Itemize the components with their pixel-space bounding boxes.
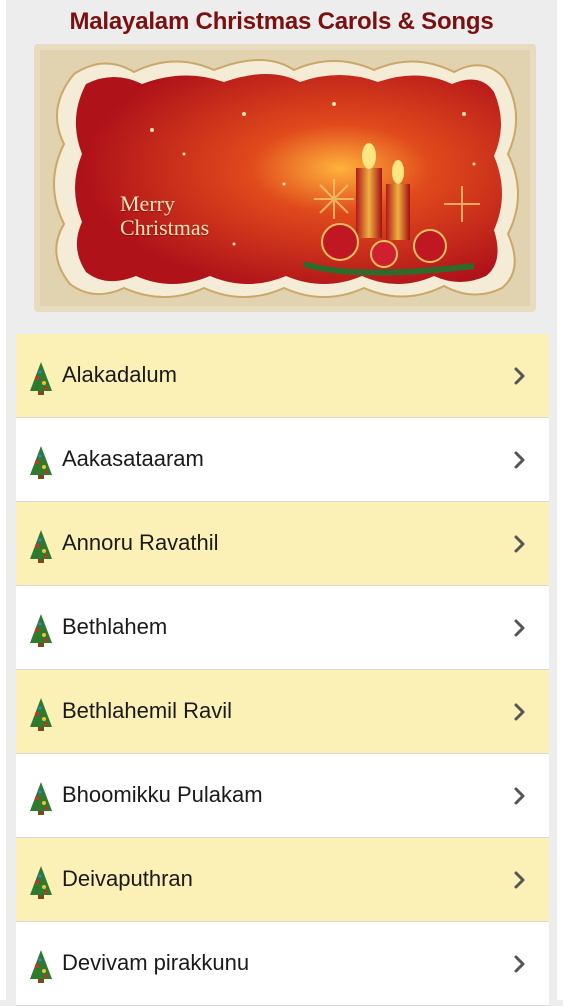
list-item[interactable]: Devivam pirakkunu xyxy=(16,922,549,1006)
chevron-right-icon xyxy=(514,955,525,973)
christmas-tree-icon xyxy=(30,614,52,647)
banner-greeting: Merry Christmas xyxy=(120,192,209,240)
christmas-tree-icon xyxy=(30,698,52,731)
song-title: Devivam pirakkunu xyxy=(62,950,250,975)
banner-line-merry: Merry xyxy=(120,191,175,216)
app-screen: Malayalam Christmas Carols & Songs Merry… xyxy=(0,0,563,1006)
chevron-right-icon xyxy=(514,619,525,637)
christmas-tree-icon xyxy=(30,950,52,983)
merry-christmas-banner: Merry Christmas xyxy=(34,44,536,312)
list-item[interactable]: Bhoomikku Pulakam xyxy=(16,754,549,838)
chevron-right-icon xyxy=(514,535,525,553)
song-title: Alakadalum xyxy=(62,362,177,387)
song-title: Annoru Ravathil xyxy=(62,530,219,555)
christmas-tree-icon xyxy=(30,362,52,395)
list-item[interactable]: Bethlahem xyxy=(16,586,549,670)
christmas-tree-icon xyxy=(30,866,52,899)
song-title: Bethlahemil Ravil xyxy=(62,698,232,723)
page-title: Malayalam Christmas Carols & Songs xyxy=(69,8,494,35)
song-title: Bhoomikku Pulakam xyxy=(62,782,263,807)
song-list: Alakadalum Aakasataaram Annoru Ravathil … xyxy=(16,334,549,1006)
banner-artwork xyxy=(34,44,536,312)
chevron-right-icon xyxy=(514,787,525,805)
list-item[interactable]: Annoru Ravathil xyxy=(16,502,549,586)
chevron-right-icon xyxy=(514,703,525,721)
christmas-tree-icon xyxy=(30,446,52,479)
song-title: Aakasataaram xyxy=(62,446,204,471)
chevron-right-icon xyxy=(514,367,525,385)
chevron-right-icon xyxy=(514,451,525,469)
song-title: Deivaputhran xyxy=(62,866,193,891)
list-item[interactable]: Aakasataaram xyxy=(16,418,549,502)
song-title: Bethlahem xyxy=(62,614,168,639)
christmas-tree-icon xyxy=(30,782,52,815)
list-item[interactable]: Alakadalum xyxy=(16,334,549,418)
banner-line-christmas: Christmas xyxy=(120,215,210,240)
chevron-right-icon xyxy=(514,871,525,889)
christmas-tree-icon xyxy=(30,530,52,563)
list-item[interactable]: Bethlahemil Ravil xyxy=(16,670,549,754)
list-item[interactable]: Deivaputhran xyxy=(16,838,549,922)
